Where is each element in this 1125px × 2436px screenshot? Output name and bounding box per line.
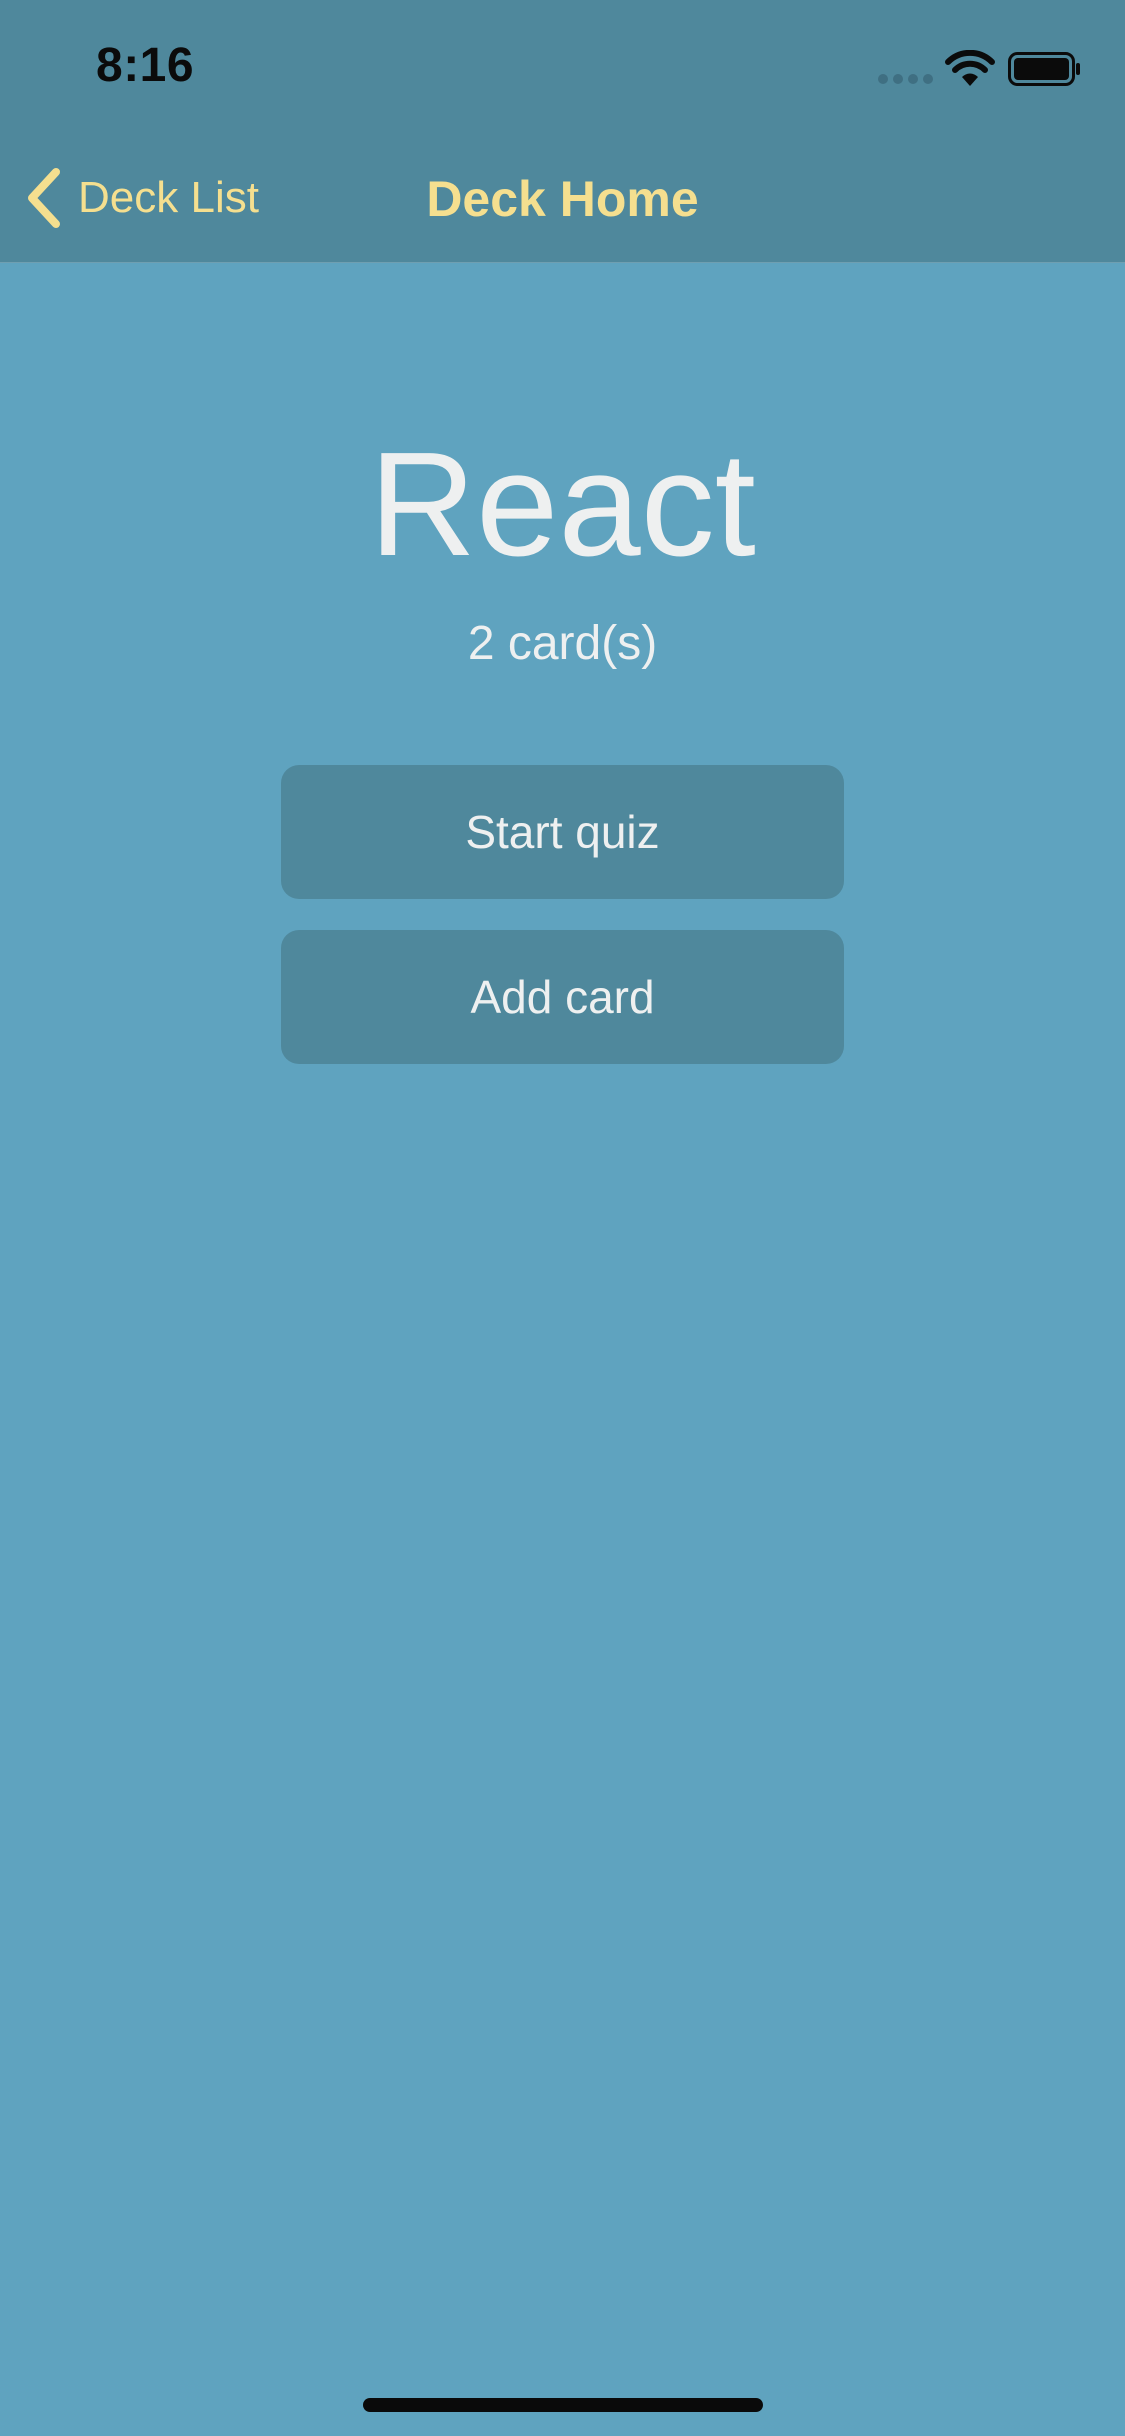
- wifi-icon: [945, 50, 995, 86]
- nav-title: Deck Home: [426, 171, 699, 227]
- add-card-button[interactable]: Add card: [281, 930, 844, 1064]
- card-count: 2 card(s): [467, 617, 658, 670]
- deck-title: React: [369, 422, 756, 587]
- home-indicator[interactable]: [363, 2398, 763, 2412]
- header-bar: 8:16 Deck List Deck Home: [0, 0, 1125, 263]
- status-time: 8:16: [96, 39, 195, 92]
- start-quiz-button[interactable]: Start quiz: [281, 765, 844, 899]
- cellular-signal-icon: [878, 74, 934, 86]
- battery-icon: [1008, 52, 1080, 86]
